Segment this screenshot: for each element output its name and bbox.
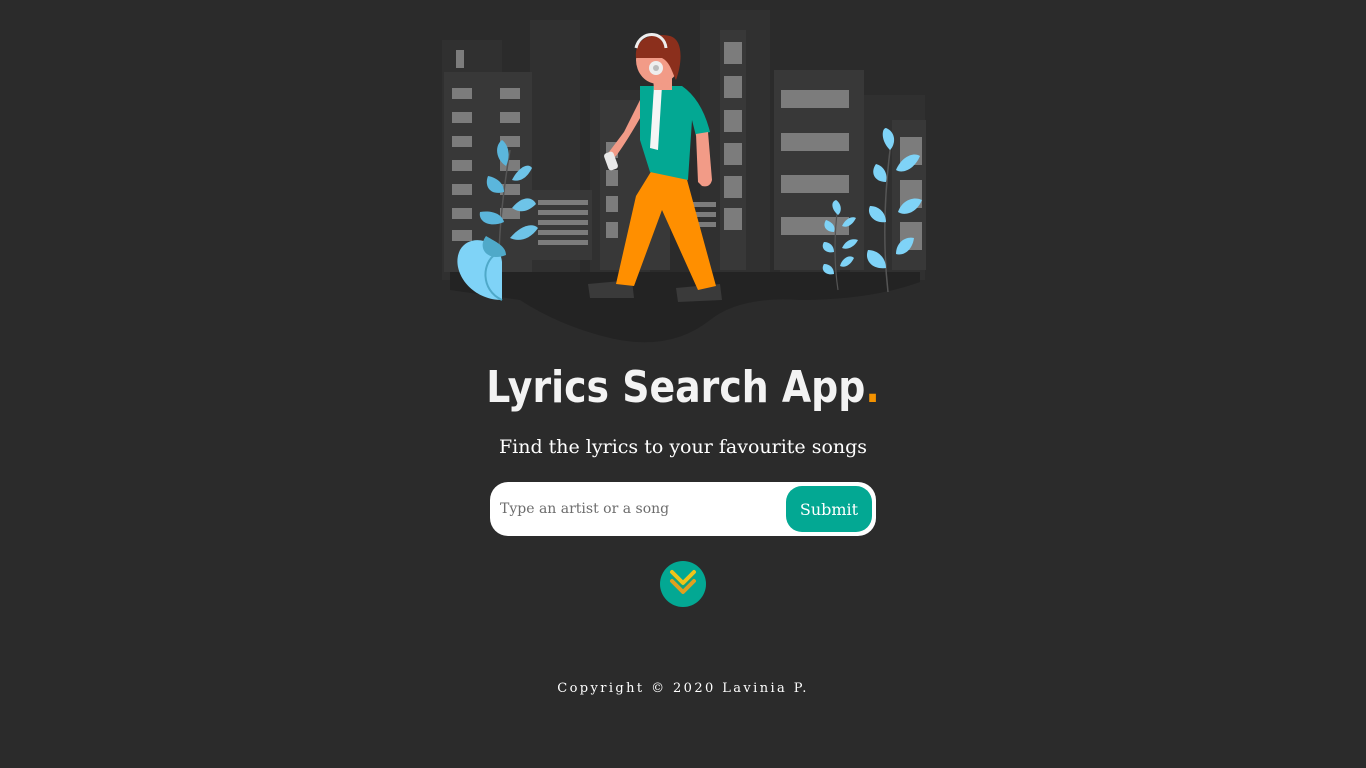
page-subtitle: Find the lyrics to your favourite songs [498, 436, 868, 458]
title-text: Lyrics Search App [486, 362, 866, 413]
page: Lyrics Search App. Find the lyrics to yo… [0, 0, 1366, 768]
search-input[interactable] [498, 490, 772, 528]
footer-copyright: Copyright © 2020 Lavinia P. [557, 681, 809, 696]
double-chevron-down-icon [670, 570, 696, 594]
search-form: Submit [490, 482, 876, 536]
submit-button[interactable]: Submit [786, 486, 872, 532]
scroll-down-button[interactable] [660, 561, 706, 607]
page-title: Lyrics Search App. [96, 362, 1271, 413]
hero-illustration [442, 10, 926, 343]
title-accent-dot: . [865, 362, 880, 413]
